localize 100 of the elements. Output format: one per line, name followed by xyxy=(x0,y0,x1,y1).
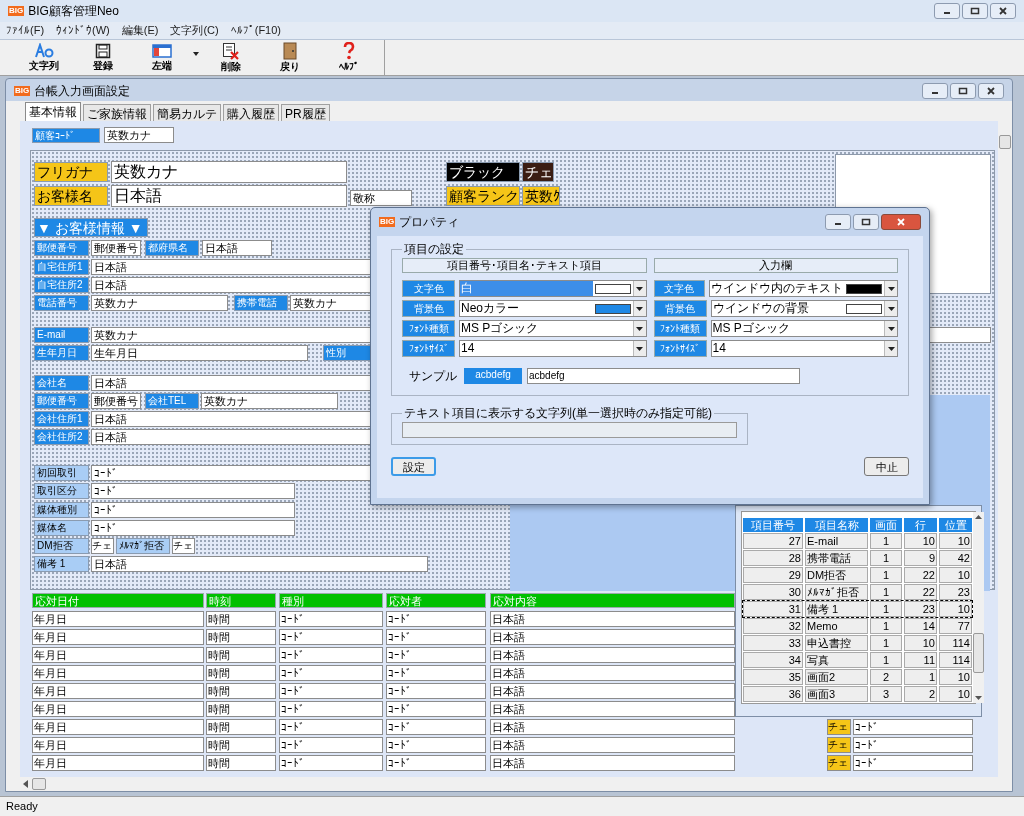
field-label: 電話番号 xyxy=(34,295,89,311)
toolbar-button[interactable]: 登録 xyxy=(73,40,132,75)
menu-item[interactable]: ﾌｧｲﾙ(F) xyxy=(6,22,45,39)
table-cell: ｺｰﾄﾞ xyxy=(386,683,486,699)
table-cell: 年月日 xyxy=(32,665,204,681)
input-field[interactable]: 日本語 xyxy=(111,185,347,207)
table-cell: ｺｰﾄﾞ xyxy=(386,611,486,627)
table-cell: 3 xyxy=(870,686,902,702)
input-field[interactable]: 生年月日 xyxy=(91,345,308,361)
table-cell: E-mail xyxy=(805,533,868,549)
table-cell: 1 xyxy=(870,635,902,651)
input-field[interactable]: 敬称 xyxy=(350,190,412,206)
close-button[interactable] xyxy=(978,83,1004,99)
table-cell: 1 xyxy=(870,584,902,600)
vertical-scrollbar[interactable] xyxy=(973,512,984,703)
dropdown-field[interactable]: 14 xyxy=(459,340,647,357)
close-button[interactable] xyxy=(881,214,921,230)
close-button[interactable] xyxy=(990,3,1016,19)
input-field[interactable]: 英数カナ xyxy=(91,295,228,311)
input-field[interactable]: 日本語 xyxy=(91,556,428,572)
dropdown-field[interactable]: Neoカラー xyxy=(459,300,647,317)
input-field[interactable]: チェ xyxy=(172,538,195,554)
scroll-thumb[interactable] xyxy=(973,632,984,673)
maximize-button[interactable] xyxy=(853,214,879,230)
left-arrow-icon xyxy=(22,780,30,788)
tab[interactable]: ご家族情報 xyxy=(83,104,151,121)
column-header: 応対者 xyxy=(386,593,486,608)
list-row[interactable]: 35 画面2 2 1 10 xyxy=(743,669,972,685)
list-row[interactable]: 36 画面3 3 2 10 xyxy=(743,686,972,702)
group-title: テキスト項目に表示する文字列(単一選択時のみ指定可能) xyxy=(403,405,713,422)
list-row[interactable]: 28 携帯電話 1 9 42 xyxy=(743,550,972,566)
table-cell: 114 xyxy=(939,635,972,651)
dropdown-field[interactable]: ウインドウ内のテキスト xyxy=(709,280,898,297)
dialog-button[interactable]: 設定 xyxy=(391,457,436,476)
close-icon xyxy=(986,87,996,95)
close-icon xyxy=(896,218,906,226)
table-cell: ｺｰﾄﾞ xyxy=(386,647,486,663)
text-field[interactable] xyxy=(402,422,737,438)
toolbar-button[interactable]: 削除 xyxy=(201,40,260,75)
field-label: お客様名 xyxy=(34,186,108,206)
toolbar-button[interactable]: 戻り xyxy=(260,40,319,75)
dropdown-field[interactable]: MS Pゴシック xyxy=(710,320,898,337)
dialog-button[interactable]: 中止 xyxy=(864,457,909,476)
maximize-icon xyxy=(958,87,968,95)
input-field[interactable]: ｺｰﾄﾞ xyxy=(91,520,295,536)
scroll-thumb[interactable] xyxy=(999,135,1011,149)
menu-item[interactable]: ｳｨﾝﾄﾞｳ(W) xyxy=(56,22,110,39)
minimize-button[interactable] xyxy=(825,214,851,230)
table-cell: 年月日 xyxy=(32,611,204,627)
list-row[interactable]: 29 DM拒否 1 22 10 xyxy=(743,567,972,583)
input-field[interactable]: 英数カナ xyxy=(104,127,174,143)
field-label: 媒体種別 xyxy=(34,502,89,518)
menu-item[interactable]: ﾍﾙﾌﾟ(F10) xyxy=(230,22,281,39)
maximize-icon xyxy=(970,7,980,15)
dropdown-field[interactable]: MS Pゴシック xyxy=(459,320,647,337)
dropdown-value: Neoカラー xyxy=(460,301,520,316)
dialog-logo: BIG xyxy=(379,217,396,227)
tab[interactable]: PR履歴 xyxy=(281,104,330,121)
dropdown-field[interactable]: ウインドウの背景 xyxy=(710,300,898,317)
table-cell: ｺｰﾄﾞ xyxy=(279,647,383,663)
menu-item[interactable]: 文字列(C) xyxy=(170,22,219,39)
table-cell: チェ xyxy=(827,755,851,771)
scroll-thumb[interactable] xyxy=(32,778,46,790)
list-row[interactable]: 31 備考 1 1 23 10 xyxy=(743,601,972,617)
table-cell: 日本語 xyxy=(490,737,735,753)
input-field[interactable]: 郵便番号 xyxy=(91,240,141,256)
input-field[interactable]: ｺｰﾄﾞ xyxy=(91,502,295,518)
tab[interactable]: 購入履歴 xyxy=(223,104,279,121)
table-cell: 114 xyxy=(939,652,972,668)
table-cell: 11 xyxy=(904,652,937,668)
toolbar-button[interactable]: 左端 xyxy=(132,40,201,75)
table-cell: ｺｰﾄﾞ xyxy=(386,719,486,735)
dropdown-value: 14 xyxy=(460,341,476,356)
list-row[interactable]: 33 申込書控 1 10 114 xyxy=(743,635,972,651)
horizontal-scrollbar[interactable] xyxy=(6,777,998,791)
list-row[interactable]: 32 Memo 1 14 77 xyxy=(743,618,972,634)
input-field[interactable]: 郵便番号 xyxy=(91,393,141,409)
toolbar-button[interactable]: ﾍﾙﾌﾟ xyxy=(319,40,378,75)
tab[interactable]: 基本情報 xyxy=(25,102,81,121)
dropdown-field[interactable]: 14 xyxy=(710,340,898,357)
field-label: 顧客ｺｰﾄﾞ xyxy=(32,128,100,143)
vertical-scrollbar[interactable] xyxy=(998,121,1012,791)
tab[interactable]: 簡易カルテ xyxy=(153,104,221,121)
field-label: 媒体名 xyxy=(34,520,89,536)
maximize-button[interactable] xyxy=(950,83,976,99)
list-row[interactable]: 30 ﾒﾙﾏｶﾞ拒否 1 22 23 xyxy=(743,584,972,600)
dropdown-value: 白 xyxy=(460,281,593,296)
input-field[interactable]: 英数カナ xyxy=(201,393,338,409)
maximize-button[interactable] xyxy=(962,3,988,19)
input-field[interactable]: ｺｰﾄﾞ xyxy=(91,483,295,499)
input-field[interactable]: 英数カナ xyxy=(111,161,347,183)
input-field[interactable]: チェ xyxy=(91,538,114,554)
window-logo: BIG xyxy=(14,86,31,96)
input-field[interactable]: 日本語 xyxy=(202,240,272,256)
list-row[interactable]: 34 写真 1 11 114 xyxy=(743,652,972,668)
list-row[interactable]: 27 E-mail 1 10 10 xyxy=(743,533,972,549)
minimize-button[interactable] xyxy=(922,83,948,99)
toolbar-button[interactable]: 文字列 xyxy=(14,40,73,75)
minimize-button[interactable] xyxy=(934,3,960,19)
menu-item[interactable]: 編集(E) xyxy=(121,22,159,39)
